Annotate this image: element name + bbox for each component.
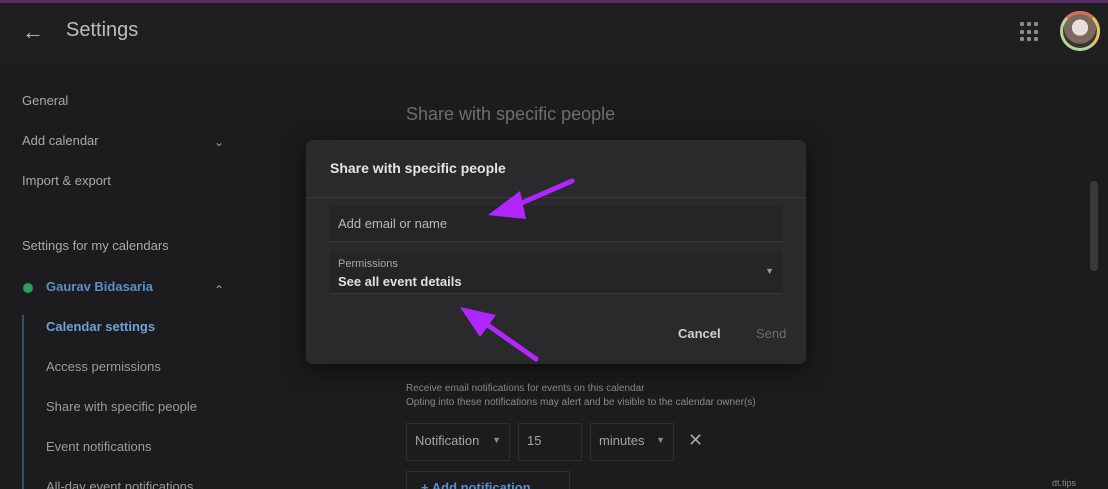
sidebar-item-calendar-settings[interactable]: Calendar settings xyxy=(46,319,155,334)
add-notification-label: Add notification xyxy=(431,480,531,489)
caret-down-icon: ▼ xyxy=(492,435,501,445)
send-button[interactable]: Send xyxy=(756,326,786,341)
dialog-title: Share with specific people xyxy=(330,160,506,176)
scrollbar[interactable] xyxy=(1090,181,1098,271)
permissions-select[interactable]: Permissions See all event details ▼ xyxy=(330,252,782,294)
sidebar-item-calendar[interactable]: Gaurav Bidasaria xyxy=(46,279,153,294)
plus-icon: + xyxy=(421,480,432,489)
calendar-color-dot xyxy=(23,283,33,293)
add-notification-button[interactable]: + Add notification xyxy=(406,471,570,489)
sidebar-item-add-calendar[interactable]: Add calendar xyxy=(22,133,99,148)
close-icon[interactable]: ✕ xyxy=(688,430,703,451)
sidebar-item-share-specific-people[interactable]: Share with specific people xyxy=(46,399,197,414)
sidebar-item-event-notifications[interactable]: Event notifications xyxy=(46,439,152,454)
cancel-button[interactable]: Cancel xyxy=(678,326,721,341)
notification-time-input[interactable]: 15 xyxy=(518,423,582,461)
page-title: Settings xyxy=(66,19,139,41)
notification-description: Receive email notifications for events o… xyxy=(406,383,645,394)
active-indicator xyxy=(22,315,24,489)
sidebar-item-import-export[interactable]: Import & export xyxy=(22,173,111,188)
chevron-up-icon[interactable]: ⌃ xyxy=(214,283,224,297)
chevron-down-icon[interactable]: ⌄ xyxy=(214,135,224,149)
caret-down-icon: ▼ xyxy=(765,266,774,276)
arrow-left-icon: ← xyxy=(22,19,44,44)
sidebar-item-general[interactable]: General xyxy=(22,93,68,108)
back-button[interactable]: ← xyxy=(18,17,48,47)
notification-unit-value: minutes xyxy=(599,433,645,448)
permissions-label: Permissions xyxy=(338,258,398,270)
dialog-divider xyxy=(306,197,806,198)
caret-down-icon: ▼ xyxy=(656,435,665,445)
top-bar: ← Settings xyxy=(0,3,1108,65)
section-heading: Share with specific people xyxy=(406,104,616,124)
permissions-value: See all event details xyxy=(338,274,462,289)
avatar[interactable] xyxy=(1060,11,1100,51)
grid-icon[interactable] xyxy=(1020,22,1040,42)
sidebar: General Add calendar ⌄ Import & export S… xyxy=(0,65,250,489)
share-dialog: Share with specific people Permissions S… xyxy=(306,140,806,364)
sidebar-item-access-permissions[interactable]: Access permissions xyxy=(46,359,161,374)
notification-description-note: Opting into these notifications may aler… xyxy=(406,397,756,408)
notification-unit-select[interactable]: minutes ▼ xyxy=(590,423,674,461)
sidebar-item-all-day-notifications[interactable]: All-day event notifications xyxy=(46,479,193,489)
notification-type-value: Notification xyxy=(415,433,480,448)
email-input[interactable] xyxy=(330,206,782,242)
sidebar-section-title: Settings for my calendars xyxy=(22,238,169,253)
watermark: dt.tips xyxy=(1052,478,1077,488)
notification-type-select[interactable]: Notification ▼ xyxy=(406,423,510,461)
